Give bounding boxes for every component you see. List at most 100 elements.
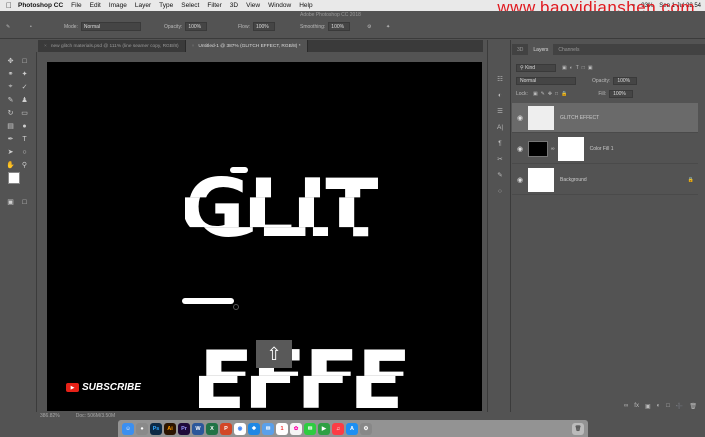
eye-icon[interactable]: ◉ — [512, 114, 528, 122]
panel-opacity-field[interactable]: 100% — [613, 77, 638, 85]
layer-filter-select[interactable]: ⚲ Kind — [516, 64, 556, 72]
zoom-level[interactable]: 386.82% — [40, 413, 60, 419]
brushes-icon[interactable]: ✎ — [495, 170, 505, 180]
tab-layers[interactable]: Layers — [528, 44, 554, 55]
illustrator-icon[interactable]: Ai — [164, 422, 176, 435]
blend-mode-select[interactable]: Normal — [516, 77, 576, 85]
stamp-icon[interactable]: ♟ — [19, 95, 30, 105]
layer-row-glitch-effect[interactable]: ◉ GLITCH EFFECT — [512, 103, 698, 133]
zoom-icon[interactable]: ⚲ — [19, 160, 30, 170]
marquee-icon[interactable]: □ — [19, 56, 30, 66]
close-icon[interactable]: × — [44, 44, 47, 49]
tab-channels[interactable]: Channels — [553, 44, 584, 55]
tool-presets-icon[interactable]: ✂ — [495, 154, 505, 164]
lock-icons[interactable]: ▣✎✥□🔒 — [533, 91, 570, 97]
menu-type[interactable]: Type — [159, 2, 173, 9]
blur-icon[interactable]: ● — [19, 121, 30, 131]
gradient-icon[interactable]: ▤ — [5, 121, 16, 131]
fill-field[interactable]: 100% — [609, 90, 634, 98]
flow-field[interactable]: 100% — [252, 22, 275, 31]
finder-icon[interactable]: ☺ — [122, 422, 134, 435]
menu-filter[interactable]: Filter — [207, 2, 221, 9]
trash-icon[interactable]: 🗑 — [689, 403, 697, 410]
photoshop-icon[interactable]: Ps — [150, 422, 162, 435]
pen-icon[interactable]: ✒ — [5, 134, 16, 144]
excel-icon[interactable]: X — [206, 422, 218, 435]
link-layers-icon[interactable]: ∞ — [624, 403, 628, 409]
new-group-icon[interactable]: □ — [666, 403, 670, 409]
menu-layer[interactable]: Layer — [135, 2, 151, 9]
channels-icon[interactable]: ○ — [495, 186, 505, 196]
mail-icon[interactable]: ✉ — [262, 422, 274, 435]
layer-row-background[interactable]: ◉ Background 🔒 — [512, 165, 698, 195]
menu-select[interactable]: Select — [181, 2, 199, 9]
foreground-color-swatch[interactable] — [8, 172, 20, 184]
eye-icon[interactable]: ◉ — [512, 176, 528, 184]
paragraph-icon[interactable]: ¶ — [495, 138, 505, 148]
crop-icon[interactable]: ⌖ — [5, 82, 16, 92]
word-icon[interactable]: W — [192, 422, 204, 435]
smoothing-field[interactable]: 100% — [328, 22, 351, 31]
glitch-word-bottom: EFFE EFFE — [199, 340, 410, 411]
gear-icon[interactable]: ⚙ — [367, 22, 371, 31]
appstore-icon[interactable]: A — [346, 422, 358, 435]
menu-help[interactable]: Help — [299, 2, 312, 9]
menu-edit[interactable]: Edit — [90, 2, 101, 9]
menu-3d[interactable]: 3D — [230, 2, 238, 9]
history-brush-icon[interactable]: ↻ — [5, 108, 16, 118]
move-icon[interactable]: ✥ — [5, 56, 16, 66]
mode-select[interactable]: Normal — [80, 22, 141, 31]
eyedropper-icon[interactable]: ✓ — [19, 82, 30, 92]
tab-glitch-materials[interactable]: × new glitch materials.psd @ 111% (line … — [38, 40, 186, 52]
fx-icon[interactable]: fx — [634, 403, 639, 409]
trash-icon[interactable]: 🗑 — [572, 422, 584, 435]
menu-view[interactable]: View — [246, 2, 260, 9]
chrome-icon[interactable]: ◉ — [234, 422, 246, 435]
airbrush-icon[interactable]: ✦ — [386, 22, 390, 31]
powerpoint-icon[interactable]: P — [220, 422, 232, 435]
type-icon[interactable]: T — [19, 134, 30, 144]
filter-icons[interactable]: ▣◐T□▣ — [562, 65, 596, 71]
character-icon[interactable]: A| — [495, 122, 505, 132]
eye-icon[interactable]: ◉ — [512, 145, 528, 153]
quick-mask-icon[interactable]: ▣ — [5, 197, 16, 207]
tab-3d[interactable]: 3D — [512, 44, 528, 55]
brush-tool-icon[interactable]: ✎ — [6, 22, 10, 31]
launchpad-icon[interactable]: ● — [136, 422, 148, 435]
close-icon[interactable]: × — [192, 44, 195, 49]
document-canvas[interactable]: GLIT GLIT GLIT EFFE EFFE ⇧ — [47, 62, 482, 411]
layer-name: GLITCH EFFECT — [560, 114, 600, 121]
shape-icon[interactable]: ○ — [19, 147, 30, 157]
facetime-icon[interactable]: ▶ — [318, 422, 330, 435]
brush-icon[interactable]: ✎ — [5, 95, 16, 105]
opacity-field[interactable]: 100% — [185, 22, 208, 31]
hand-icon[interactable]: ✋ — [5, 160, 16, 170]
history-icon[interactable]: ☷ — [495, 74, 505, 84]
magic-wand-icon[interactable]: ✦ — [19, 69, 30, 79]
add-mask-icon[interactable]: ▣ — [645, 403, 651, 410]
properties-icon[interactable]: ☰ — [495, 106, 505, 116]
menu-window[interactable]: Window — [268, 2, 291, 9]
calendar-icon[interactable]: 1 — [276, 422, 288, 435]
path-select-icon[interactable]: ➤ — [5, 147, 16, 157]
new-layer-icon[interactable]: ➕ — [676, 403, 683, 410]
subscribe-badge[interactable]: ▶ SUBSCRIBE — [66, 382, 141, 393]
adjustment-layer-icon[interactable]: ◐ — [657, 403, 661, 409]
menu-app[interactable]: Photoshop CC — [18, 2, 63, 9]
apple-icon[interactable]:  — [0, 1, 18, 10]
lasso-icon[interactable]: ⚭ — [5, 69, 16, 79]
adjustments-icon[interactable]: ◐ — [495, 90, 505, 100]
photos-icon[interactable]: ✿ — [290, 422, 302, 435]
eraser-icon[interactable]: ▭ — [19, 108, 30, 118]
screen-mode-icon[interactable]: □ — [19, 197, 30, 207]
messages-icon[interactable]: ✉ — [304, 422, 316, 435]
premiere-icon[interactable]: Pr — [178, 422, 190, 435]
safari-icon[interactable]: ❖ — [248, 422, 260, 435]
settings-icon[interactable]: ⚙ — [360, 422, 372, 435]
layer-row-color-fill[interactable]: ◉ ∞ Color Fill 1 — [512, 134, 698, 164]
tab-untitled-1[interactable]: × Untitled-1 @ 387% (GLITCH EFFECT, RGB/… — [185, 40, 308, 52]
menu-file[interactable]: File — [71, 2, 81, 9]
menu-image[interactable]: Image — [109, 2, 127, 9]
brush-size-dot[interactable]: • — [30, 22, 32, 31]
music-icon[interactable]: ♫ — [332, 422, 344, 435]
